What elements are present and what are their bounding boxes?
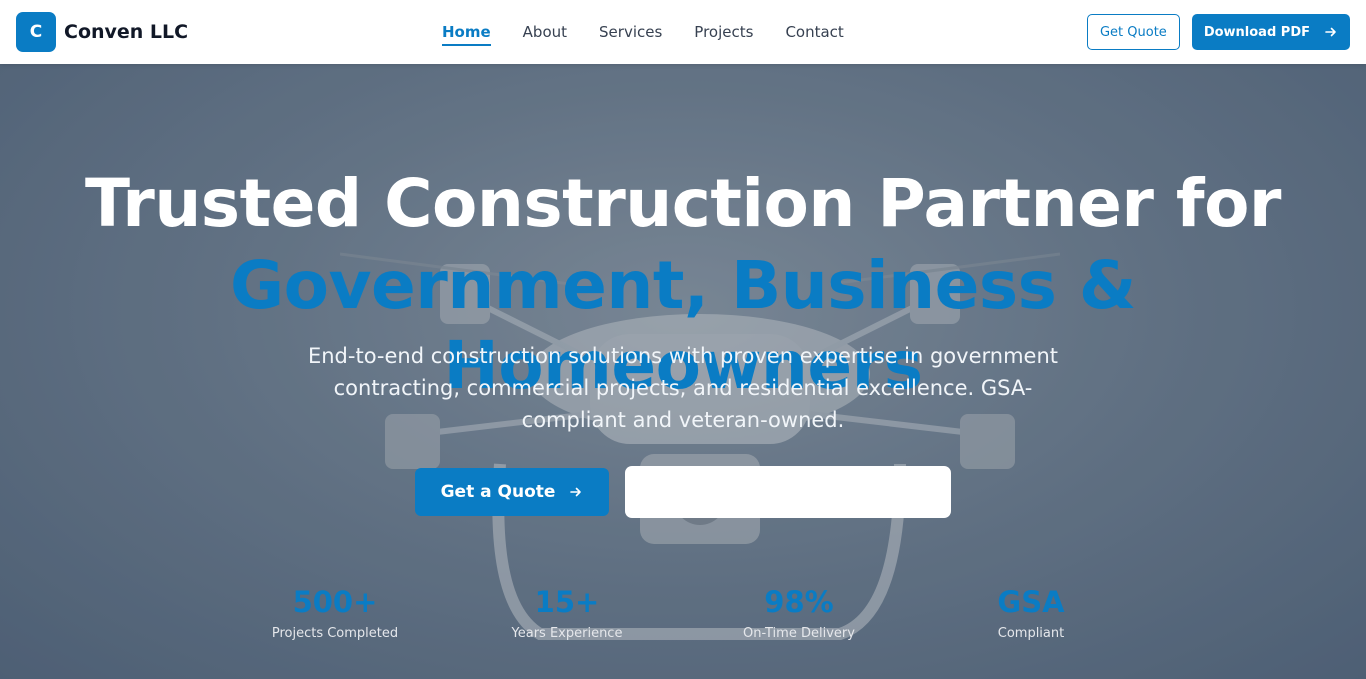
stat-experience: 15+ Years Experience (451, 584, 683, 641)
stat-label: Years Experience (511, 626, 623, 641)
stat-gsa: GSA Compliant (915, 584, 1147, 641)
nav-projects[interactable]: Projects (694, 0, 753, 64)
brand-name[interactable]: Conven LLC (64, 21, 188, 43)
download-pdf-label: Download PDF (1203, 24, 1310, 40)
nav-services[interactable]: Services (599, 0, 662, 64)
stat-value: 15+ (534, 585, 600, 619)
site-header: C Conven LLC Home About Services Project… (0, 0, 1366, 64)
get-a-quote-label: Get a Quote (440, 482, 556, 502)
hero-headline-line1: Trusted Construction Partner for (85, 165, 1281, 242)
download-pdf-button[interactable]: Download PDF (1191, 14, 1350, 50)
secondary-cta-button[interactable] (625, 466, 951, 518)
hero-cta-row: Get a Quote (415, 466, 951, 518)
stat-value: 98% (764, 585, 834, 619)
stat-label: Projects Completed (271, 626, 399, 641)
hero-section: Trusted Construction Partner for Governm… (0, 64, 1366, 679)
nav-home[interactable]: Home (442, 0, 491, 64)
stat-projects: 500+ Projects Completed (219, 584, 451, 641)
stat-label: Compliant (997, 626, 1065, 641)
stat-value: GSA (997, 585, 1065, 619)
stat-value: 500+ (292, 585, 378, 619)
stats-row: 500+ Projects Completed 15+ Years Experi… (219, 584, 1147, 641)
main-nav: Home About Services Projects Contact (442, 0, 844, 64)
get-quote-label: Get Quote (1099, 24, 1167, 40)
get-a-quote-button[interactable]: Get a Quote (415, 468, 609, 516)
arrow-right-icon (570, 487, 582, 497)
nav-contact[interactable]: Contact (785, 0, 843, 64)
get-quote-button[interactable]: Get Quote (1086, 14, 1180, 50)
header-actions: Get Quote Download PDF (1086, 14, 1350, 50)
logo-icon[interactable]: C (16, 12, 56, 52)
stat-label: On-Time Delivery (743, 626, 855, 641)
hero-subtitle: End-to-end construction solutions with p… (307, 344, 1059, 432)
brand[interactable]: C Conven LLC (16, 12, 188, 52)
arrow-right-icon (1325, 27, 1336, 37)
stat-delivery: 98% On-Time Delivery (683, 584, 915, 641)
nav-about[interactable]: About (523, 0, 567, 64)
